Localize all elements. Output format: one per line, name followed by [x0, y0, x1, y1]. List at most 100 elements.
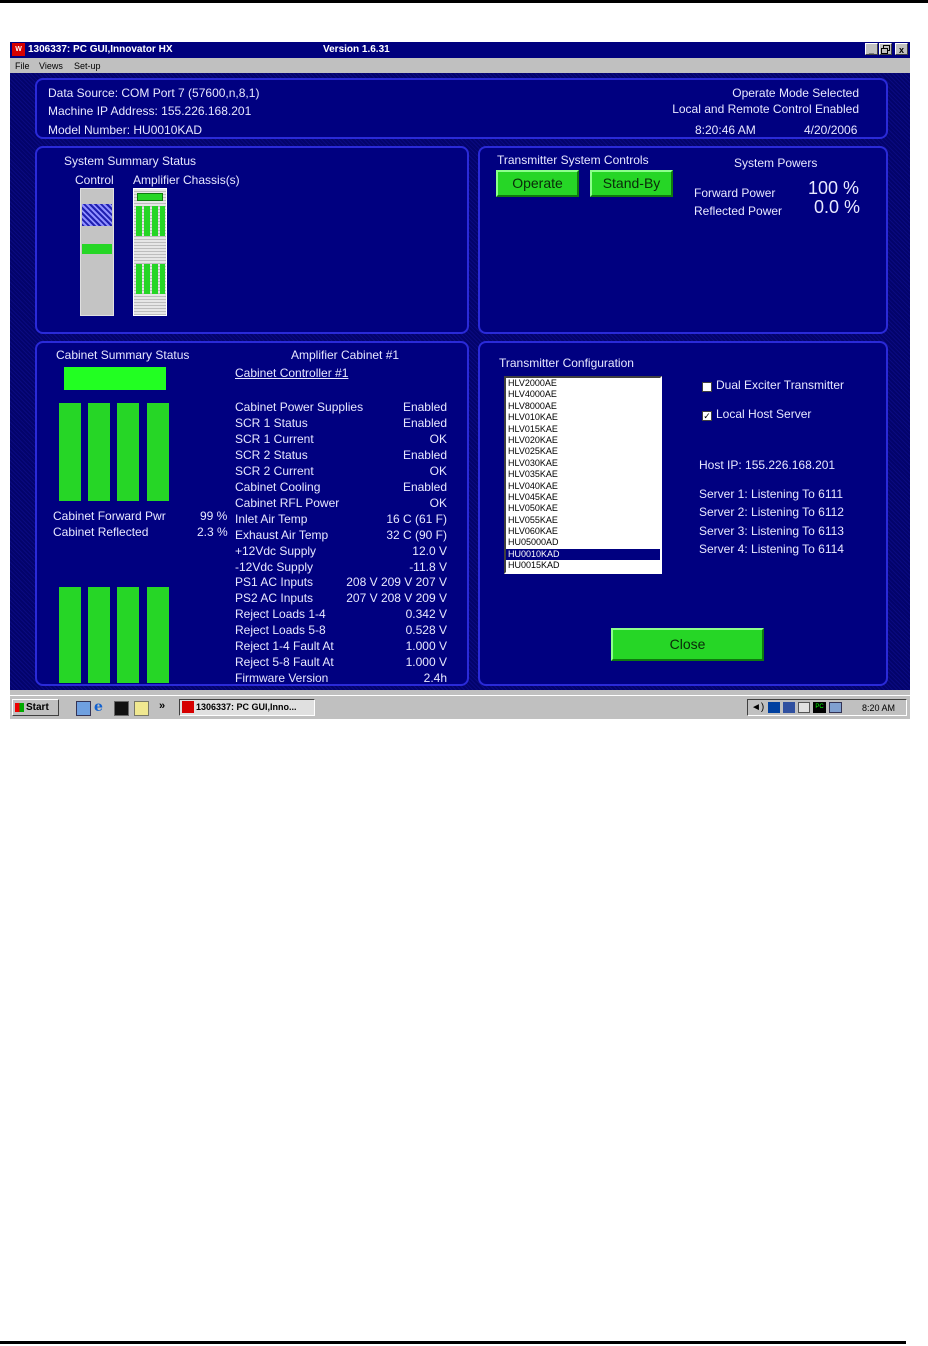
model-list-item[interactable]: HLV2000AE	[506, 378, 660, 389]
reading-label: SCR 1 Current	[235, 431, 314, 446]
chassis-module	[144, 264, 150, 294]
start-button[interactable]: Start	[12, 699, 59, 716]
transmitter-model-list[interactable]: HLV2000AE HLV4000AE HLV8000AE HLV010KAE HLV0…	[504, 376, 662, 574]
quicklaunch-more[interactable]: »	[159, 700, 165, 712]
dual-exciter-checkbox[interactable]	[702, 382, 712, 392]
clock-time: 8:20:46 AM	[695, 123, 756, 137]
volume-icon[interactable]: ◄)	[751, 702, 764, 713]
model-list-item[interactable]: HLV060KAE	[506, 526, 660, 537]
model-list-item[interactable]: HLV025KAE	[506, 446, 660, 457]
minimize-button[interactable]: _	[865, 43, 878, 55]
reading-value: 208 V 209 V 207 V	[346, 575, 447, 590]
reading-label: SCR 2 Status	[235, 447, 308, 462]
reading-label: Cabinet Power Supplies	[235, 400, 364, 414]
tray-app-icon[interactable]	[783, 702, 795, 713]
chassis-module	[136, 206, 142, 236]
reading-value: 32 C (90 F)	[386, 527, 447, 542]
tray-app-icon[interactable]	[768, 702, 780, 713]
reading-value: 0.342 V	[405, 607, 447, 622]
tray-app-icon[interactable]	[798, 702, 810, 713]
chassis-module	[160, 264, 165, 294]
model-list-item[interactable]: HLV035KAE	[506, 469, 660, 480]
forward-power-label: Forward Power	[694, 186, 776, 200]
model-list-item[interactable]: HLV8000AE	[506, 401, 660, 412]
model-list-item[interactable]: HLV040KAE	[506, 481, 660, 492]
control-status: Local and Remote Control Enabled	[672, 102, 859, 116]
model-list-item[interactable]: HLV010KAE	[506, 412, 660, 423]
chassis-indicator	[137, 193, 163, 201]
cabinet-controller-link[interactable]: Cabinet Controller #1	[235, 366, 348, 380]
chassis-module	[152, 264, 158, 294]
amplifier-chassis[interactable]	[133, 188, 167, 316]
reading-label: PS2 AC Inputs	[235, 591, 314, 606]
close-window-button[interactable]: x	[895, 43, 908, 55]
reflected-power-label: Reflected Power	[694, 204, 783, 218]
reading-label: Exhaust Air Temp	[235, 527, 329, 542]
local-host-label: Local Host Server	[716, 407, 812, 421]
model-list-item[interactable]: HLV050KAE	[506, 503, 660, 514]
reading-label: Reject Loads 5-8	[235, 623, 326, 638]
local-host-checkbox[interactable]: ✓	[702, 411, 712, 421]
cabinet-module	[147, 587, 169, 683]
reading-value: 2.4h	[423, 671, 447, 686]
server-2-status: Server 2: Listening To 6112	[699, 505, 844, 519]
app-icon[interactable]: W	[12, 43, 25, 56]
model-list-item[interactable]: HLV055KAE	[506, 515, 660, 526]
model-list-item[interactable]: HLV045KAE	[506, 492, 660, 503]
internet-explorer-icon[interactable]: e	[94, 700, 107, 714]
title-bar[interactable]: W 1306337: PC GUI,Innovator HX Version 1…	[10, 42, 910, 58]
model-list-item[interactable]: HLV030KAE	[506, 458, 660, 469]
cabinet-module	[59, 403, 81, 501]
reading-label: SCR 2 Current	[235, 463, 314, 478]
menu-setup[interactable]: Set-up	[74, 61, 101, 71]
reading-value: 12.0 V	[412, 543, 447, 558]
client-area: Data Source: COM Port 7 (57600,n,8,1) Ma…	[10, 73, 910, 690]
cabinet-summary-title: Cabinet Summary Status	[56, 348, 190, 362]
menu-file[interactable]: File	[15, 61, 30, 71]
close-button[interactable]: Close	[611, 628, 764, 661]
standby-button[interactable]: Stand-By	[590, 170, 673, 197]
start-label: Start	[26, 702, 49, 713]
clock-date: 4/20/2006	[804, 123, 858, 137]
taskbar-app-label: 1306337: PC GUI,Inno...	[196, 702, 297, 712]
reading-value: Enabled	[402, 415, 447, 430]
tray-pc-icon[interactable]: PC	[813, 702, 826, 713]
restore-button[interactable]	[879, 43, 892, 55]
chassis-module	[152, 206, 158, 236]
model-list-item[interactable]: HLV015KAE	[506, 424, 660, 435]
data-source: Data Source: COM Port 7 (57600,n,8,1)	[48, 86, 260, 100]
cabinet-forward-label: Cabinet Forward Pwr	[53, 509, 166, 523]
reading-value: 0.528 V	[405, 623, 447, 638]
taskbar: Start e » 1306337: PC GUI,Inno... ◄) PC …	[10, 695, 910, 719]
reflected-power-value: 0.0 %	[814, 197, 861, 217]
cabinet-reflected-label: Cabinet Reflected	[53, 525, 149, 539]
model-list-item[interactable]: HU0010KAD	[506, 548, 660, 561]
model-list-item[interactable]: HU05000AD	[506, 537, 660, 548]
system-tray: ◄) PC 8:20 AM	[747, 699, 907, 716]
operate-button[interactable]: Operate	[496, 170, 579, 197]
menu-bar: File Views Set-up	[10, 58, 910, 73]
tray-clock: 8:20 AM	[862, 703, 896, 713]
host-ip: Host IP: 155.226.168.201	[699, 458, 836, 472]
model-list-item[interactable]: HU0015KAD	[506, 560, 660, 571]
menu-views[interactable]: Views	[39, 61, 63, 71]
chassis-module	[160, 206, 165, 236]
server-4-status: Server 4: Listening To 6114	[699, 542, 844, 556]
reading-value: -11.8 V	[409, 559, 447, 574]
reading-label: Reject Loads 1-4	[235, 607, 326, 622]
taskbar-app-button[interactable]: 1306337: PC GUI,Inno...	[179, 699, 315, 716]
explorer-icon[interactable]	[134, 701, 149, 716]
model-list-item[interactable]: HLV4000AE	[506, 389, 660, 400]
model-number: Model Number: HU0010KAD	[48, 123, 203, 137]
command-prompt-icon[interactable]	[114, 701, 129, 716]
version-label: Version 1.6.31	[323, 44, 390, 55]
forward-power-value: 100 %	[808, 178, 860, 198]
model-list-item[interactable]: HLV020KAE	[506, 435, 660, 446]
tx-controls-title: Transmitter System Controls	[497, 153, 649, 167]
network-icon[interactable]	[829, 702, 842, 713]
show-desktop-icon[interactable]	[76, 701, 91, 716]
mode-status: Operate Mode Selected	[732, 86, 859, 100]
reading-value: 207 V 208 V 209 V	[346, 591, 447, 606]
cabinet-reflected-value: 2.3 %	[197, 525, 228, 539]
cabinet-module	[88, 587, 110, 683]
